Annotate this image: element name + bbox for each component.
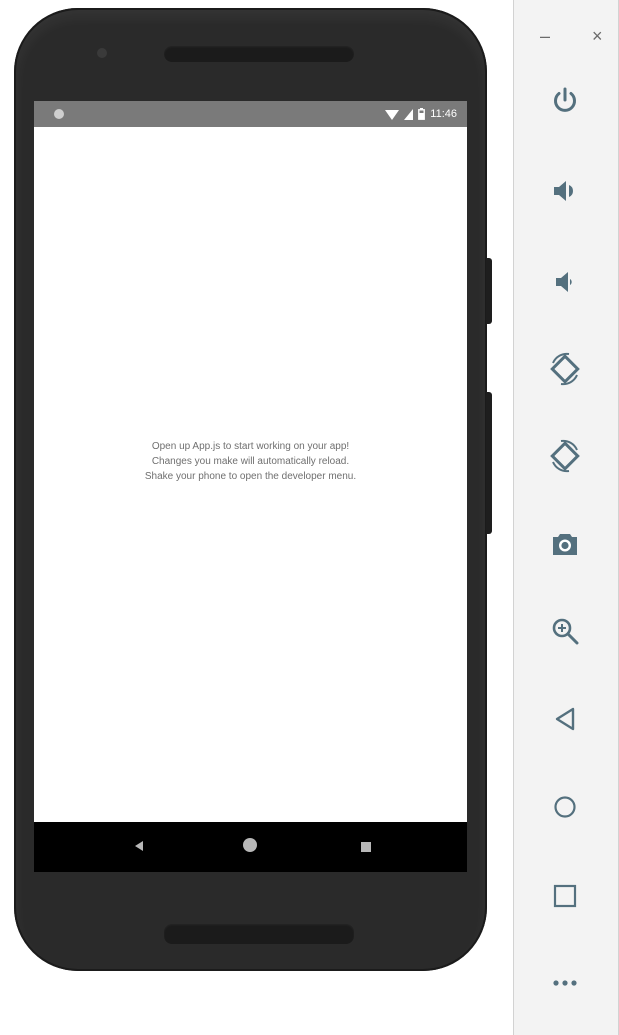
close-button[interactable]: × <box>592 27 603 45</box>
overview-button[interactable] <box>545 876 585 916</box>
back-icon <box>135 841 143 851</box>
home-icon <box>554 796 576 818</box>
volume-up-icon <box>554 181 573 201</box>
recents-icon <box>361 842 371 852</box>
emulator-toolbar: – × <box>513 0 619 1035</box>
phone-screen[interactable]: 11:46 Open up App.js to start working on… <box>34 101 467 872</box>
camera-icon <box>553 534 577 555</box>
back-button[interactable] <box>545 699 585 739</box>
back-icon <box>555 707 575 731</box>
phone-frame: 11:46 Open up App.js to start working on… <box>14 8 487 971</box>
more-button[interactable] <box>545 963 585 1003</box>
home-icon <box>243 838 257 852</box>
more-icon <box>553 980 577 986</box>
volume-down-icon <box>556 272 572 292</box>
power-icon <box>554 87 576 112</box>
notification-dot-icon <box>54 109 64 119</box>
rotate-left-button[interactable] <box>545 349 585 389</box>
overview-icon <box>553 884 577 908</box>
zoom-button[interactable] <box>545 611 585 651</box>
status-bar: 11:46 <box>34 101 467 127</box>
power-button[interactable] <box>545 80 585 120</box>
status-time: 11:46 <box>430 108 457 120</box>
signal-icon <box>404 108 414 120</box>
rotate-left-icon <box>550 352 580 386</box>
top-speaker <box>164 46 354 62</box>
nav-recents-button[interactable] <box>360 840 372 858</box>
app-message: Open up App.js to start working on your … <box>34 439 467 484</box>
bottom-speaker <box>164 924 354 944</box>
wifi-icon <box>385 109 400 120</box>
minimize-button[interactable]: – <box>540 27 550 45</box>
status-icons: 11:46 <box>385 106 457 122</box>
volume-side-button <box>486 392 492 534</box>
message-line-3: Shake your phone to open the developer m… <box>144 471 357 482</box>
home-button[interactable] <box>545 787 585 827</box>
rotate-right-icon <box>550 439 580 473</box>
power-side-button <box>486 258 492 324</box>
volume-down-button[interactable] <box>545 262 585 302</box>
message-line-2: Changes you make will automatically relo… <box>151 456 350 467</box>
navigation-bar <box>34 822 467 872</box>
battery-icon <box>418 108 426 120</box>
message-line-1: Open up App.js to start working on your … <box>151 441 350 452</box>
screenshot-button[interactable] <box>545 524 585 564</box>
zoom-icon <box>552 618 579 645</box>
front-camera <box>97 48 107 58</box>
rotate-right-button[interactable] <box>545 436 585 476</box>
nav-home-button[interactable] <box>242 837 258 858</box>
volume-up-button[interactable] <box>545 171 585 211</box>
nav-back-button[interactable] <box>132 839 146 858</box>
